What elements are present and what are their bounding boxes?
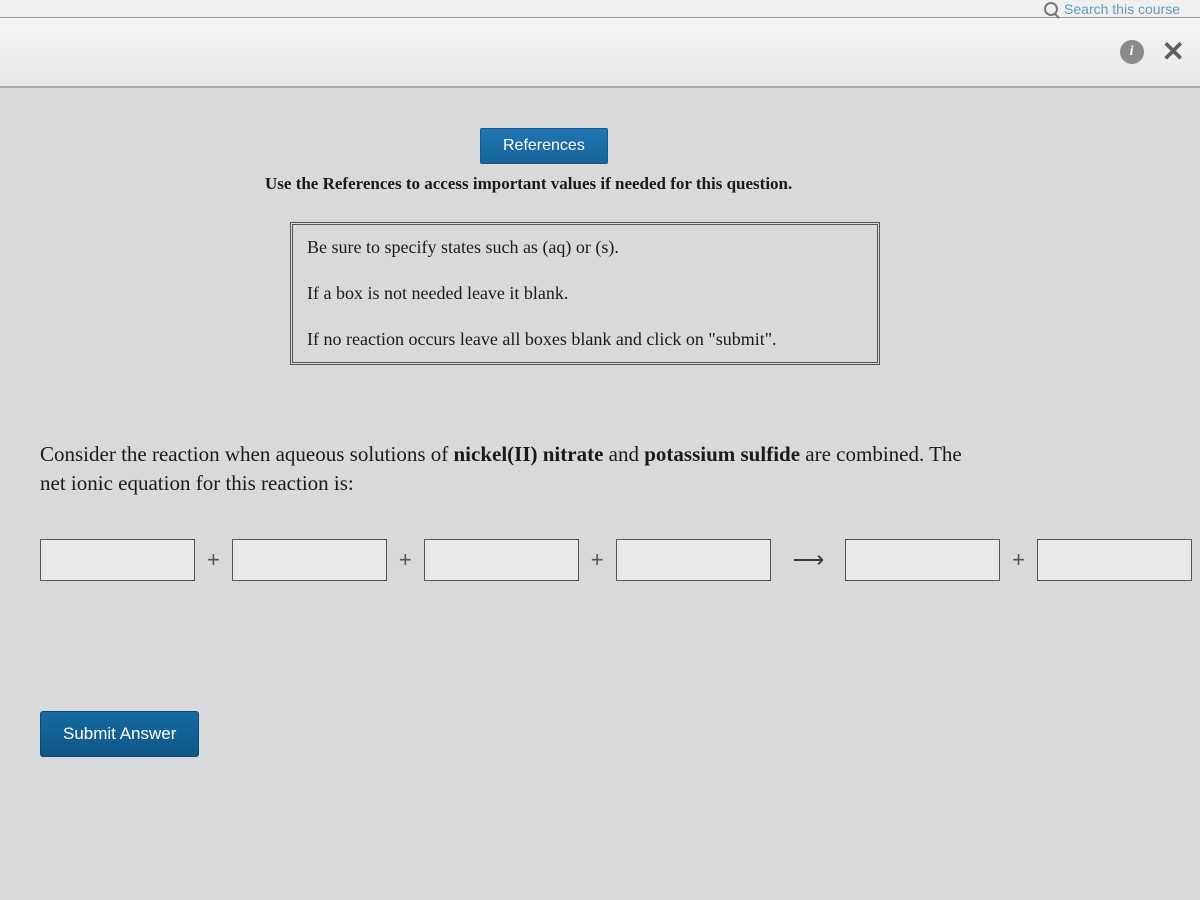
instruction-line-1: Be sure to specify states such as (aq) o… [293,225,877,270]
search-icon [1044,2,1058,16]
reagent-1: nickel(II) nitrate [454,442,604,466]
search-placeholder-text: Search this course [1064,1,1180,17]
submit-answer-button[interactable]: Submit Answer [40,711,199,757]
plus-operator-3: + [591,547,604,573]
plus-operator-4: + [1012,547,1025,573]
info-icon[interactable]: i [1120,40,1144,64]
page-top-bar: Search this course [0,0,1200,18]
question-mid: and [603,442,644,466]
reagent-2: potassium sulfide [644,442,800,466]
search-fragment[interactable]: Search this course [1044,1,1180,17]
close-icon[interactable]: ✕ [1162,38,1185,66]
equation-row: + + + ⟶ + [40,539,1160,581]
reactant-input-4[interactable] [616,539,771,581]
instruction-line-2: If a box is not needed leave it blank. [293,270,877,316]
product-input-1[interactable] [845,539,1000,581]
references-button[interactable]: References [480,128,608,164]
question-prompt: Consider the reaction when aqueous solut… [40,440,990,499]
plus-operator-1: + [207,547,220,573]
reactant-input-2[interactable] [232,539,387,581]
reactant-input-3[interactable] [424,539,579,581]
plus-operator-2: + [399,547,412,573]
question-toolbar: i ✕ [0,18,1200,88]
question-content: References Use the References to access … [0,88,1200,797]
reaction-arrow-icon: ⟶ [783,547,834,573]
instruction-line-3: If no reaction occurs leave all boxes bl… [293,316,877,362]
product-input-2[interactable] [1037,539,1192,581]
reactant-input-1[interactable] [40,539,195,581]
references-hint: Use the References to access important v… [265,174,1160,194]
question-prefix: Consider the reaction when aqueous solut… [40,442,454,466]
instructions-box: Be sure to specify states such as (aq) o… [290,222,880,365]
